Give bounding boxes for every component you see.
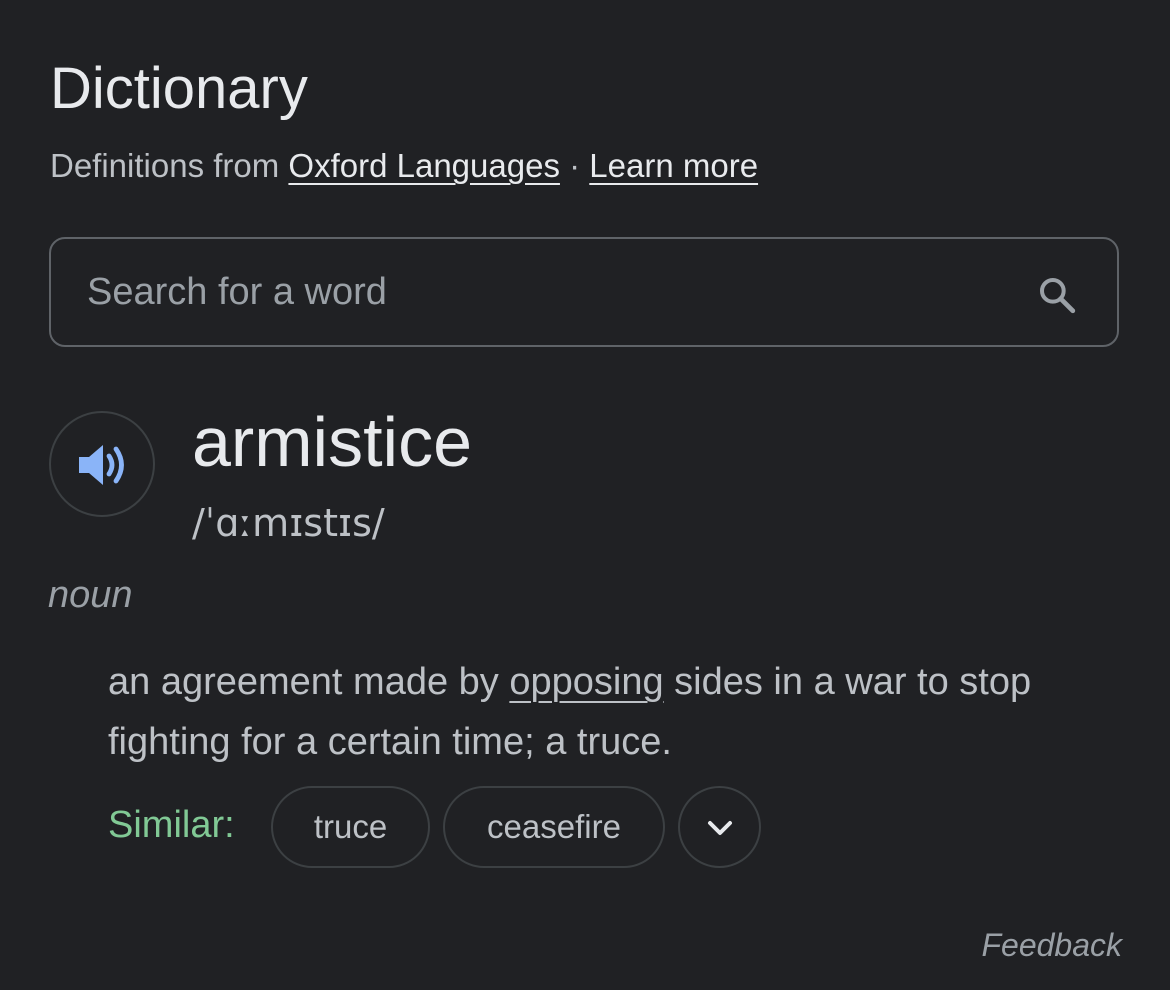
- source-prefix: Definitions from: [50, 147, 280, 184]
- expand-similar-button[interactable]: [678, 786, 761, 868]
- feedback-link[interactable]: Feedback: [981, 925, 1122, 965]
- speaker-icon: [79, 445, 124, 485]
- dictionary-card: Dictionary Definitions from Oxford Langu…: [0, 0, 1170, 990]
- similar-label: Similar:: [108, 804, 235, 846]
- definition-before: an agreement made by: [108, 661, 510, 703]
- similar-chip-truce[interactable]: truce: [271, 786, 430, 868]
- search-box[interactable]: [49, 237, 1119, 347]
- source-line: Definitions from Oxford Languages · Lear…: [50, 146, 758, 186]
- separator: ·: [569, 147, 581, 184]
- page-title: Dictionary: [50, 56, 308, 121]
- opposing-link[interactable]: opposing: [509, 661, 663, 703]
- search-input[interactable]: [87, 239, 987, 345]
- part-of-speech: noun: [48, 574, 133, 616]
- headword: armistice: [192, 403, 473, 481]
- definition-text: an agreement made by opposing sides in a…: [108, 652, 1108, 772]
- oxford-languages-link[interactable]: Oxford Languages: [288, 147, 560, 184]
- similar-chip-ceasefire[interactable]: ceasefire: [443, 786, 665, 868]
- pronunciation-audio-button[interactable]: [49, 411, 155, 517]
- chevron-down-icon: [708, 821, 732, 835]
- search-icon[interactable]: [1037, 275, 1077, 315]
- phonetic-spelling: /ˈɑːmɪstɪs/: [192, 501, 385, 545]
- learn-more-link[interactable]: Learn more: [589, 147, 758, 184]
